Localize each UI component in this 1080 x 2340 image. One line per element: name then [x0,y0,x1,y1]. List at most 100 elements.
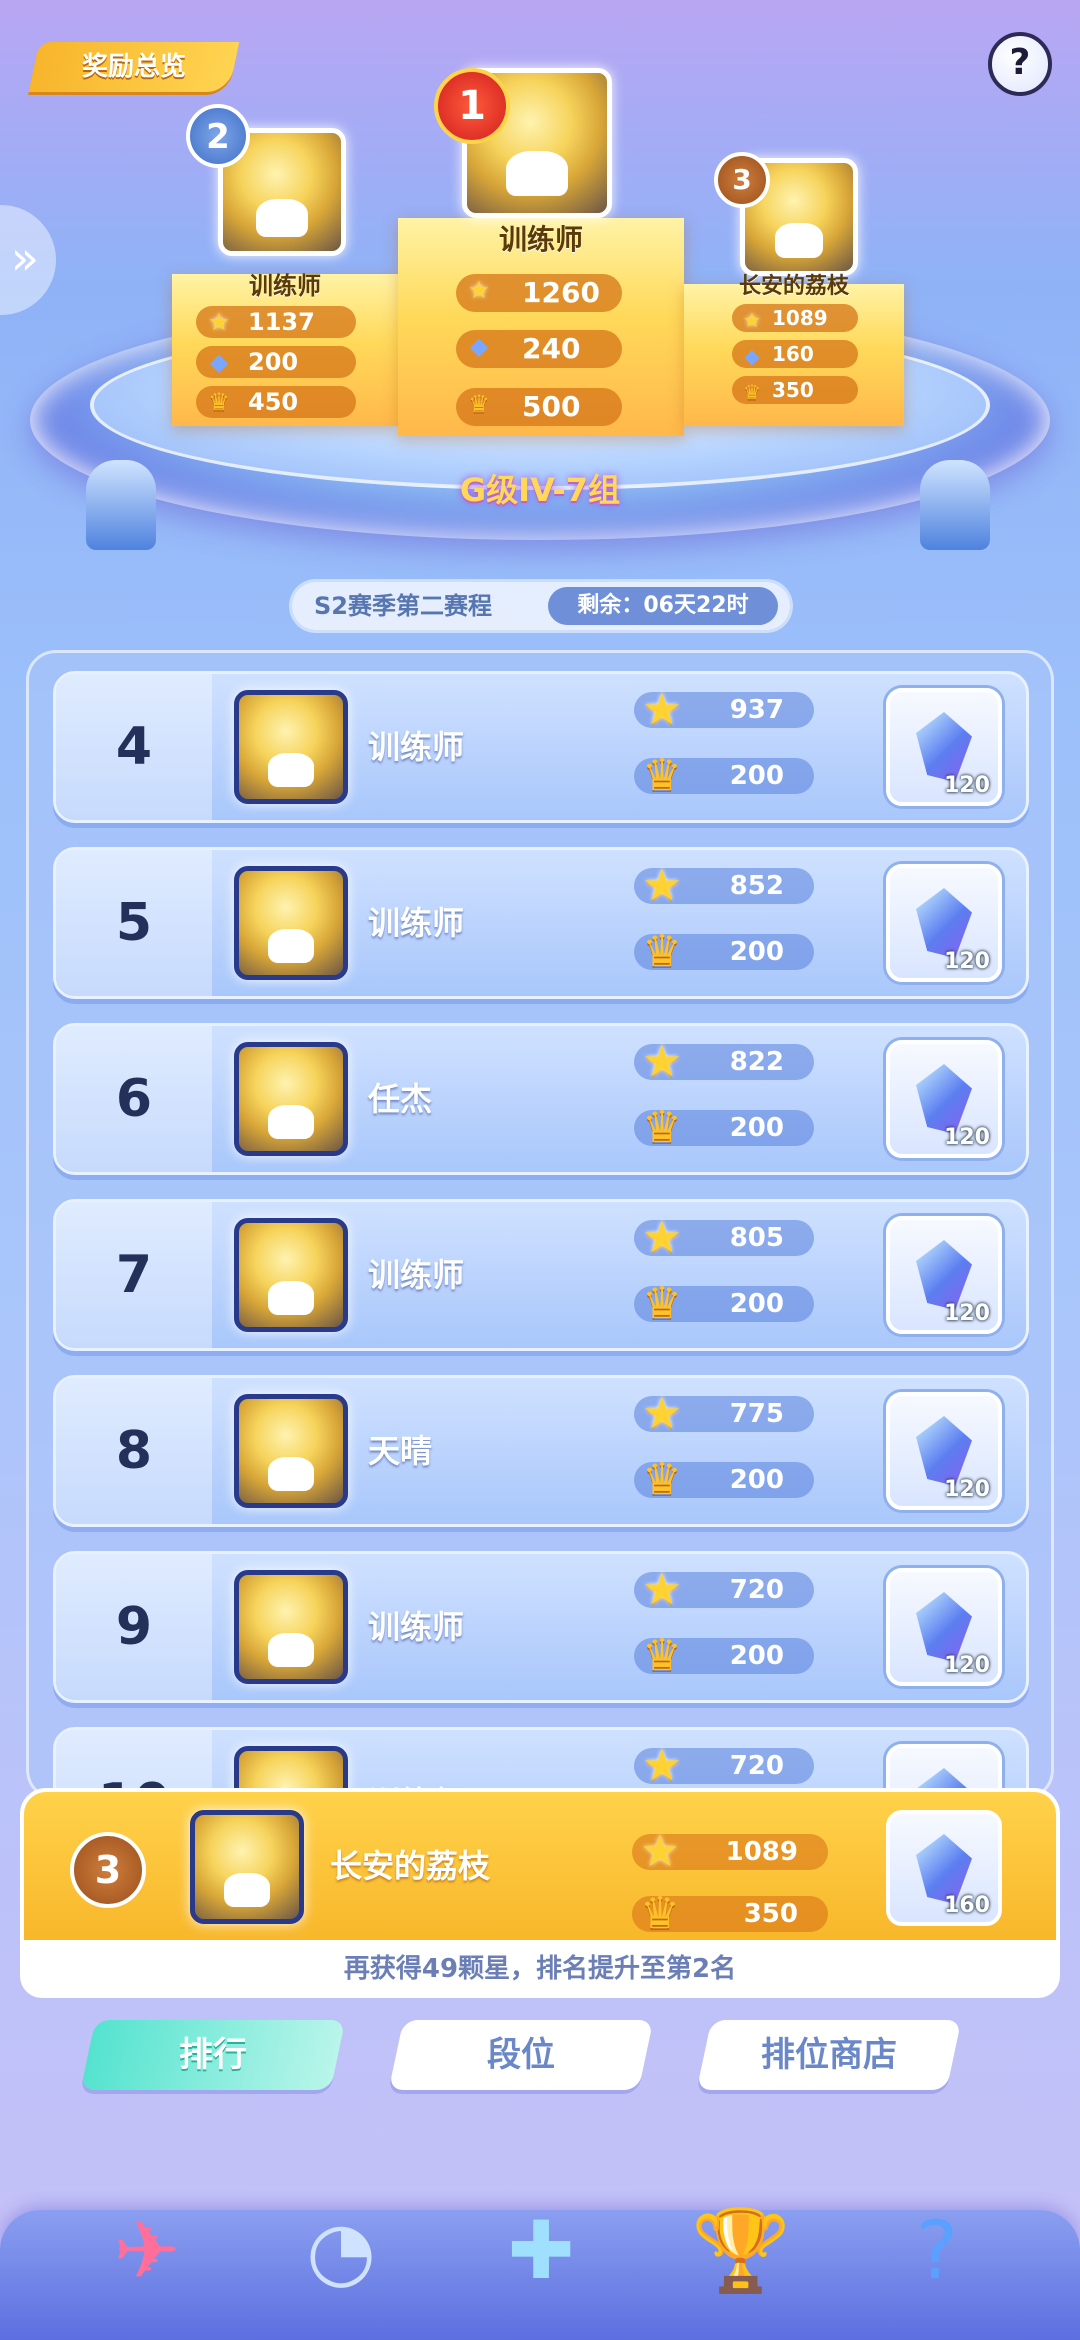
reward-gem[interactable]: 120 [886,688,1002,806]
star-icon: ★ [642,1740,682,1791]
avatar [190,1810,304,1924]
nav-rocket[interactable]: ✈ [82,2186,212,2316]
player-name: 训练师 [368,1608,465,1646]
crown-icon: ♛ [642,926,682,977]
rank-number: 9 [56,1554,212,1700]
gem-icon [916,1592,972,1662]
remaining-time: 剩余：06天22时 [548,587,778,625]
player-name: 天晴 [368,1432,433,1470]
rank-tip: 再获得49颗星，排名提升至第2名 [20,1940,1060,1998]
table-row[interactable]: 5 训练师 ★ 852 ♛ 200 120 [53,847,1029,999]
table-row[interactable]: 7 训练师 ★ 805 ♛ 200 120 [53,1199,1029,1351]
table-row[interactable]: 8 天晴 ★ 775 ♛ 200 120 [53,1375,1029,1527]
star-icon: ★ [642,860,682,911]
rank-number: 6 [56,1026,212,1172]
player-name: 长安的荔枝 [330,1847,491,1885]
crown-count: ♛ 350 [732,376,858,404]
reward-gem[interactable]: 120 [886,1392,1002,1510]
mystery-machine-icon: ? [915,2204,959,2297]
whistle-icon: ◔ [306,2204,376,2297]
avatar [234,866,348,980]
player-name: 训练师 [368,1256,465,1294]
table-row[interactable]: 6 任杰 ★ 822 ♛ 200 120 [53,1023,1029,1175]
star-count: ★ 1089 [632,1826,828,1877]
podium-third[interactable]: 3 长安的荔枝 ★ 1089 ◆ 160 ♛ 350 [684,152,904,426]
star-count: ★ 775 [634,1388,814,1439]
gamepad-icon: ✚ [507,2204,575,2297]
tab-rank-shop[interactable]: 排位商店 [696,2020,962,2090]
player-name: 训练师 [368,728,465,766]
gem-icon [916,888,972,958]
crown-count: ♛ 450 [196,386,356,418]
gem-icon: ◆ [469,332,489,360]
star-count: ★ 720 [634,1564,814,1615]
crown-icon: ♛ [208,388,230,416]
reward-gem[interactable]: 160 [886,1810,1002,1926]
player-name: 训练师 [249,272,321,300]
rank-medal: 3 [714,152,770,208]
my-rank-card: 3 长安的荔枝 ★ 1089 ♛ 350 160 [20,1788,1060,1944]
avatar [234,690,348,804]
rank-medal: 3 [70,1832,146,1908]
reward-gem[interactable]: 120 [886,1216,1002,1334]
star-count: ★ 1260 [456,274,622,312]
star-count: ★ 937 [634,684,814,735]
crown-count: ♛ 200 [634,1102,814,1153]
star-icon: ★ [642,1564,682,1615]
nav-whistle[interactable]: ◔ [276,2186,406,2316]
avatar [234,1570,348,1684]
reward-gem[interactable]: 120 [886,1568,1002,1686]
star-icon: ★ [640,1826,680,1877]
crown-icon: ♛ [743,380,761,404]
season-bar: S2赛季第二赛程 剩余：06天22时 [292,582,790,630]
table-row[interactable]: 9 训练师 ★ 720 ♛ 200 120 [53,1551,1029,1703]
season-label: S2赛季第二赛程 [314,592,492,620]
star-icon: ★ [743,308,761,332]
podium-second[interactable]: 2 训练师 ★ 1137 ◆ 200 ♛ 450 [172,104,398,426]
rank-number: 4 [56,674,212,820]
rank-number: 5 [56,850,212,996]
podium-first[interactable]: 1 训练师 ★ 1260 ◆ 240 ♛ 500 [398,68,684,436]
crown-count: ♛ 200 [634,926,814,977]
tab-ranking[interactable]: 排行 [80,2020,346,2090]
gem-count: ◆ 240 [456,330,622,368]
reward-overview-button[interactable]: 奖励总览 [28,42,240,92]
star-count: ★ 852 [634,860,814,911]
crown-count: ♛ 200 [634,750,814,801]
star-count: ★ 822 [634,1036,814,1087]
gem-icon [916,1416,972,1486]
crown-count: ♛ 350 [632,1888,828,1939]
gem-icon: ◆ [744,344,760,368]
gem-icon: ◆ [209,348,229,376]
help-icon[interactable]: ? [988,32,1052,96]
nav-trophy[interactable]: 🏆 [676,2186,806,2316]
star-count: ★ 1089 [732,304,858,332]
gem-icon [916,1064,972,1134]
crown-icon: ♛ [642,1278,682,1329]
nav-mystery-machine[interactable]: ? [872,2186,1002,2316]
rank-number: 7 [56,1202,212,1348]
reward-overview-label: 奖励总览 [81,52,186,82]
ranking-list[interactable]: 4 训练师 ★ 937 ♛ 200 120 5 训练师 ★ 852 ♛ 200 120 6 任杰 ★ 822 ♛ 20… [26,650,1054,1800]
nav-gamepad[interactable]: ✚ [476,2186,606,2316]
player-name: 训练师 [368,904,465,942]
trophy-icon: 🏆 [691,2204,791,2297]
reward-gem[interactable]: 120 [886,864,1002,982]
rank-medal: 1 [434,68,510,144]
star-count: ★ 805 [634,1212,814,1263]
avatar [234,1218,348,1332]
table-row[interactable]: 4 训练师 ★ 937 ♛ 200 120 [53,671,1029,823]
avatar [234,1394,348,1508]
gem-icon [916,712,972,782]
star-count: ★ 1137 [196,306,356,338]
rank-medal: 2 [186,104,250,168]
reward-gem[interactable]: 120 [886,1040,1002,1158]
rank-number: 8 [56,1378,212,1524]
tab-tier[interactable]: 段位 [388,2020,654,2090]
star-icon: ★ [642,1212,682,1263]
star-icon: ★ [208,308,230,336]
crown-count: ♛ 200 [634,1630,814,1681]
expand-side-icon[interactable]: » [0,205,56,315]
player-name: 任杰 [368,1080,433,1118]
crown-icon: ♛ [468,390,490,418]
